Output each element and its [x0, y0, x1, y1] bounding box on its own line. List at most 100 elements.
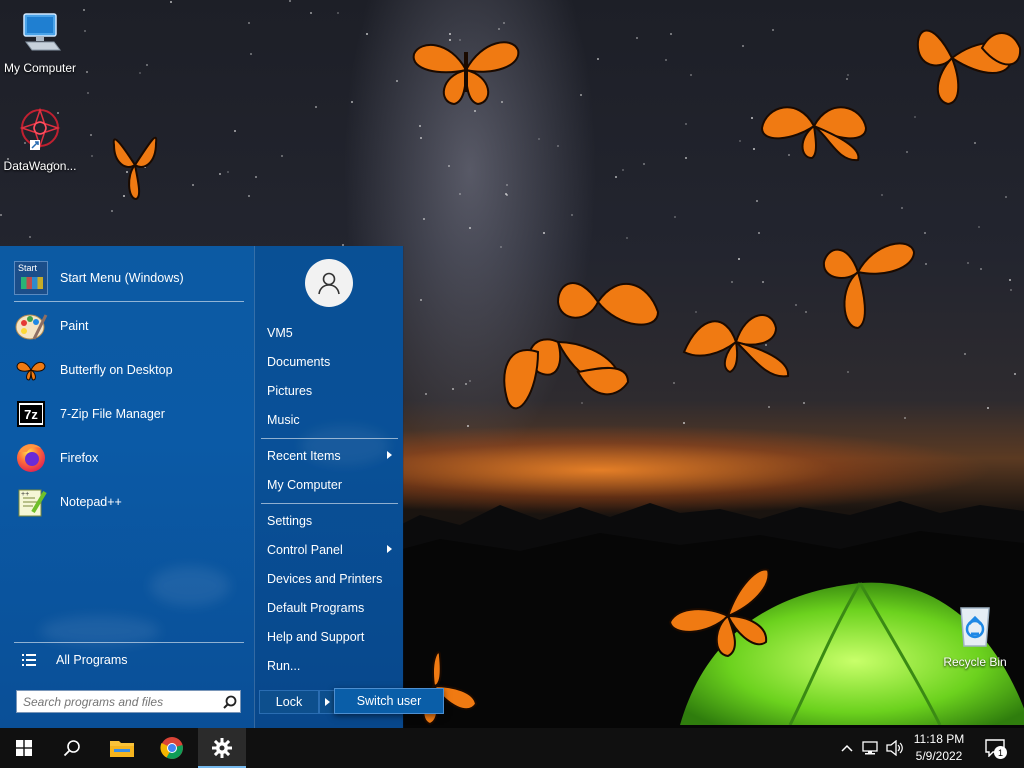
taskbar-file-explorer[interactable] [98, 728, 146, 768]
taskbar-settings[interactable] [198, 728, 246, 768]
right-item-run[interactable]: Run... [261, 652, 398, 680]
pinned-item-paint[interactable]: Paint [14, 306, 246, 346]
power-options-arrow-button[interactable] [319, 690, 335, 714]
butterfly-decoration [503, 282, 660, 410]
star [974, 142, 976, 144]
right-item-settings[interactable]: Settings [261, 507, 398, 535]
right-item-my-computer[interactable]: My Computer [261, 471, 398, 499]
star [250, 53, 252, 55]
star [673, 382, 675, 384]
right-item-pictures[interactable]: Pictures [261, 377, 398, 405]
star [557, 145, 559, 147]
right-item-label: Help and Support [267, 630, 365, 644]
star [753, 148, 755, 150]
firefox-icon [14, 441, 48, 475]
star [465, 383, 467, 385]
star [762, 281, 764, 283]
star [795, 304, 797, 306]
star [847, 74, 849, 76]
star [978, 226, 980, 228]
star [1005, 196, 1007, 198]
taskbar-chrome[interactable] [148, 728, 196, 768]
start-button[interactable] [0, 728, 48, 768]
right-item-help-and-support[interactable]: Help and Support [261, 623, 398, 651]
pinned-item-firefox[interactable]: Firefox [14, 438, 246, 478]
desktop-icon-label: My Computer [3, 61, 77, 75]
star [425, 393, 427, 395]
star [506, 194, 508, 196]
pinned-item-butterfly-on-desktop[interactable]: Butterfly on Desktop [14, 350, 246, 390]
right-item-user[interactable]: VM5 [261, 319, 398, 347]
star [227, 171, 229, 173]
star [0, 214, 2, 216]
star [86, 71, 88, 73]
taskbar-search-button[interactable] [48, 728, 96, 768]
star [543, 232, 545, 234]
star [756, 200, 758, 202]
right-item-documents[interactable]: Documents [261, 348, 398, 376]
star [739, 140, 741, 142]
star [91, 155, 93, 157]
star [772, 29, 774, 31]
star [571, 214, 573, 216]
tray-network[interactable] [860, 728, 882, 768]
star [980, 268, 982, 270]
tray-volume[interactable] [884, 728, 906, 768]
desktop-icon-datawagon[interactable]: DataWagon... [0, 106, 80, 173]
right-item-label: My Computer [267, 478, 343, 492]
star [469, 227, 471, 229]
all-programs-button[interactable]: All Programs [14, 648, 246, 672]
right-item-default-programs[interactable]: Default Programs [261, 594, 398, 622]
switch-user-menu-item[interactable]: Switch user [334, 688, 444, 714]
recycle-bin-icon [960, 607, 990, 647]
star [83, 9, 85, 11]
right-item-recent-items[interactable]: Recent Items [261, 442, 398, 470]
star [366, 33, 368, 35]
star [351, 101, 353, 103]
lock-button[interactable]: Lock [259, 690, 319, 714]
star [289, 0, 291, 2]
paint-icon [14, 309, 48, 343]
search-icon[interactable] [220, 692, 240, 712]
star [459, 193, 461, 195]
chevron-right-icon [324, 698, 330, 706]
star [248, 195, 250, 197]
pinned-item-7zip[interactable]: 7z 7-Zip File Manager [14, 394, 246, 434]
computer-icon [23, 13, 61, 51]
search-programs-box[interactable] [16, 690, 241, 713]
star [315, 106, 317, 108]
all-programs-list-icon [22, 654, 36, 666]
taskbar-clock[interactable]: 11:18 PM 5/9/2022 [906, 731, 972, 765]
star [337, 12, 339, 14]
star [738, 258, 740, 260]
star [111, 210, 113, 212]
desktop-icon-my-computer[interactable]: My Computer [0, 8, 80, 75]
pinned-item-start-menu-windows[interactable]: Start Start Menu (Windows) [14, 258, 246, 298]
star [636, 37, 638, 39]
start-menu-app-icon: Start [14, 261, 48, 295]
star [452, 388, 454, 390]
star [643, 163, 645, 165]
star [420, 137, 422, 139]
pinned-item-notepadpp[interactable]: ++ Notepad++ [14, 482, 246, 522]
right-item-devices-and-printers[interactable]: Devices and Printers [261, 565, 398, 593]
pinned-item-label: Start Menu (Windows) [60, 271, 184, 285]
lock-label: Lock [275, 695, 303, 709]
star [139, 72, 141, 74]
desktop-icon-recycle-bin[interactable]: Recycle Bin [935, 602, 1015, 669]
star [906, 151, 908, 153]
star [731, 281, 733, 283]
right-item-music[interactable]: Music [261, 406, 398, 434]
datawagon-shortcut-icon [19, 107, 61, 150]
action-center-button[interactable]: 1 [980, 728, 1010, 768]
star [423, 218, 425, 220]
star [146, 64, 148, 66]
notepadpp-icon: ++ [14, 485, 48, 519]
right-item-control-panel[interactable]: Control Panel [261, 536, 398, 564]
star [192, 184, 194, 186]
tray-show-hidden-icons[interactable] [838, 728, 856, 768]
user-avatar[interactable] [305, 259, 353, 307]
network-icon [862, 741, 878, 755]
star [90, 134, 92, 136]
search-programs-input[interactable] [17, 693, 220, 710]
